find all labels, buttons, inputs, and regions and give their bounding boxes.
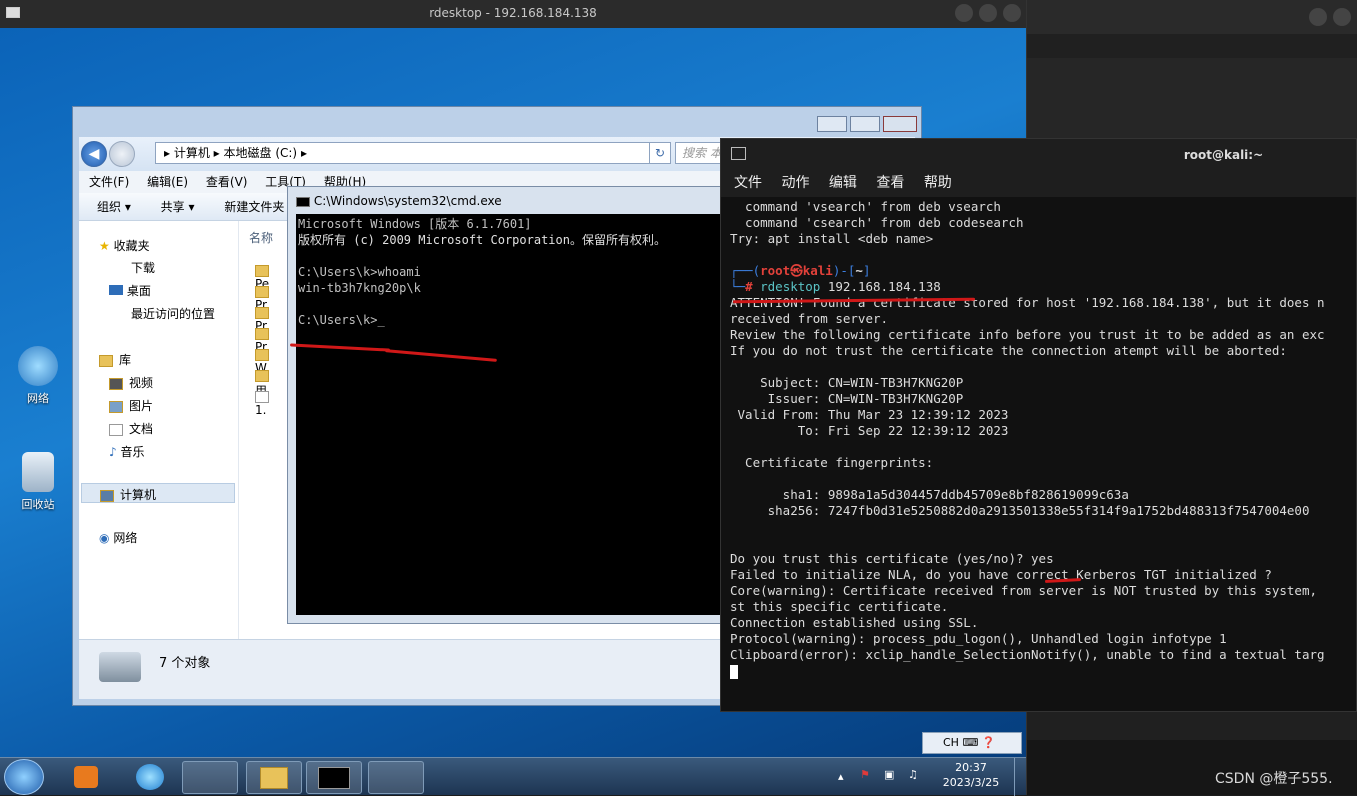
menu-action[interactable]: 动作 xyxy=(781,175,809,191)
file-item[interactable]: Pr xyxy=(255,284,285,312)
nav-documents[interactable]: 文档 xyxy=(109,420,153,437)
nav-music[interactable]: ♪ 音乐 xyxy=(109,443,145,460)
network-status-icon[interactable]: ▣ xyxy=(884,768,894,781)
internet-explorer-icon[interactable] xyxy=(136,764,164,790)
close-button[interactable] xyxy=(1003,4,1021,22)
library-icon xyxy=(99,354,113,367)
file-item[interactable]: 用 xyxy=(255,368,285,398)
clock[interactable]: 20:37 2023/3/25 xyxy=(932,760,1010,790)
terminal-cursor xyxy=(730,664,738,679)
folder-icon xyxy=(255,285,269,298)
cmd-window: C:\Windows\system32\cmd.exe Microsoft Wi… xyxy=(287,186,737,624)
cmd-console[interactable]: Microsoft Windows [版本 6.1.7601] 版权所有 (c) … xyxy=(296,214,728,615)
nav-desktop[interactable]: 桌面 xyxy=(109,282,151,299)
folder-icon xyxy=(255,369,269,382)
star-icon: ★ xyxy=(99,239,110,253)
explorer-minimize-button[interactable] xyxy=(817,116,847,132)
organize-button[interactable]: 组织 ▾ xyxy=(97,200,131,214)
taskbar-cmd-button[interactable] xyxy=(306,761,362,794)
menu-view[interactable]: 查看(V) xyxy=(206,175,248,189)
address-bar[interactable]: ▸ 计算机 ▸ 本地磁盘 (C:) ▸ xyxy=(155,142,665,164)
bg-close-button[interactable] xyxy=(1333,8,1351,26)
document-icon xyxy=(109,423,123,436)
menu-file[interactable]: 文件(F) xyxy=(89,175,129,189)
file-item[interactable]: W xyxy=(255,347,285,375)
folder-icon xyxy=(260,767,288,789)
folder-icon xyxy=(255,327,269,340)
nav-recent[interactable]: 最近访问的位置 xyxy=(131,305,215,322)
folder-icon xyxy=(255,306,269,319)
menu-edit[interactable]: 编辑(E) xyxy=(147,175,188,189)
taskbar-explorer-button[interactable] xyxy=(246,761,302,794)
menu-view[interactable]: 查看 xyxy=(876,175,904,191)
nav-pictures[interactable]: 图片 xyxy=(109,397,153,414)
maximize-button[interactable] xyxy=(979,4,997,22)
computer-icon xyxy=(100,489,114,502)
menu-file[interactable]: 文件 xyxy=(734,175,762,191)
cmd-title: C:\Windows\system32\cmd.exe xyxy=(296,194,502,208)
bg-minimize-button[interactable] xyxy=(1309,8,1327,26)
nav-network[interactable]: ◉ 网络 xyxy=(99,529,137,546)
share-button[interactable]: 共享 ▾ xyxy=(161,200,195,214)
command-line: └─# rdesktop 192.168.184.138 xyxy=(730,279,941,294)
taskbar: ▴ ⚑ ▣ ♫ 20:37 2023/3/25 xyxy=(0,757,1026,796)
file-item[interactable]: Pr xyxy=(255,326,285,354)
help-icon: ❓ xyxy=(981,736,996,749)
back-button[interactable]: ◀ xyxy=(81,141,107,167)
item-count: 7 个对象 xyxy=(159,656,211,671)
network-icon: ◉ xyxy=(99,531,110,545)
media-player-icon[interactable] xyxy=(74,766,98,788)
file-item[interactable]: 1. xyxy=(255,389,285,417)
kali-terminal-window: root@kali:~ 文件 动作 编辑 查看 帮助 command 'vsea… xyxy=(720,138,1357,712)
explorer-close-button[interactable] xyxy=(883,116,917,132)
language-bar[interactable]: CH ⌨ ❓ xyxy=(922,732,1022,754)
minimize-button[interactable] xyxy=(955,4,973,22)
show-desktop-button[interactable] xyxy=(1014,758,1026,796)
folder-icon xyxy=(255,348,269,361)
action-center-icon[interactable]: ⚑ xyxy=(860,768,870,781)
file-item[interactable]: Pr xyxy=(255,305,285,333)
new-folder-button[interactable]: 新建文件夹 xyxy=(224,200,284,214)
desktop-icon-recycle-bin[interactable]: 回收站 xyxy=(8,452,68,512)
prompt-line: ┌──(root㉿kali)-[~] xyxy=(730,263,871,278)
terminal-output[interactable]: command 'vsearch' from deb vsearch comma… xyxy=(730,199,1356,711)
nav-libraries[interactable]: 库 xyxy=(99,351,131,368)
watermark: CSDN @橙子555. xyxy=(1215,771,1333,787)
cmd-icon xyxy=(296,196,310,207)
trust-question: Do you trust this certificate (yes/no)? … xyxy=(730,551,1054,566)
drive-icon xyxy=(99,652,141,682)
taskbar-remote-button[interactable] xyxy=(182,761,238,794)
explorer-maximize-button[interactable] xyxy=(850,116,880,132)
folder-icon xyxy=(255,264,269,277)
volume-icon[interactable]: ♫ xyxy=(908,768,918,781)
file-icon xyxy=(255,390,269,403)
navigation-pane: ★ 收藏夹 下载 桌面 最近访问的位置 库 视频 图片 文档 ♪ 音乐 计算机 … xyxy=(79,221,239,639)
forward-button[interactable] xyxy=(109,141,135,167)
file-item[interactable]: Pe xyxy=(255,263,285,291)
taskbar-network-button[interactable] xyxy=(368,761,424,794)
nav-favorites[interactable]: ★ 收藏夹 xyxy=(99,237,150,254)
menu-edit[interactable]: 编辑 xyxy=(829,175,857,191)
refresh-icon[interactable]: ↻ xyxy=(649,142,671,164)
nav-downloads[interactable]: 下载 xyxy=(131,259,155,276)
rdesktop-title: rdesktop - 192.168.184.138 xyxy=(429,6,597,20)
terminal-menubar: 文件 动作 编辑 查看 帮助 xyxy=(721,169,1356,197)
picture-icon xyxy=(109,400,123,413)
desktop-icon xyxy=(109,285,123,295)
menu-help[interactable]: 帮助 xyxy=(924,175,952,191)
nav-computer[interactable]: 计算机 xyxy=(81,483,235,503)
start-button[interactable] xyxy=(4,759,44,795)
video-icon xyxy=(109,377,123,390)
music-icon: ♪ xyxy=(109,445,117,459)
nav-videos[interactable]: 视频 xyxy=(109,374,153,391)
terminal-title: root@kali:~ xyxy=(1183,148,1264,162)
tray-expand-icon[interactable]: ▴ xyxy=(838,770,844,783)
keyboard-icon: ⌨ xyxy=(962,736,979,749)
rdesktop-titlebar: rdesktop - 192.168.184.138 xyxy=(0,0,1026,28)
desktop-icon-network[interactable]: 网络 xyxy=(8,346,68,406)
column-header-name[interactable]: 名称 xyxy=(249,229,273,246)
cmd-icon xyxy=(318,767,350,789)
